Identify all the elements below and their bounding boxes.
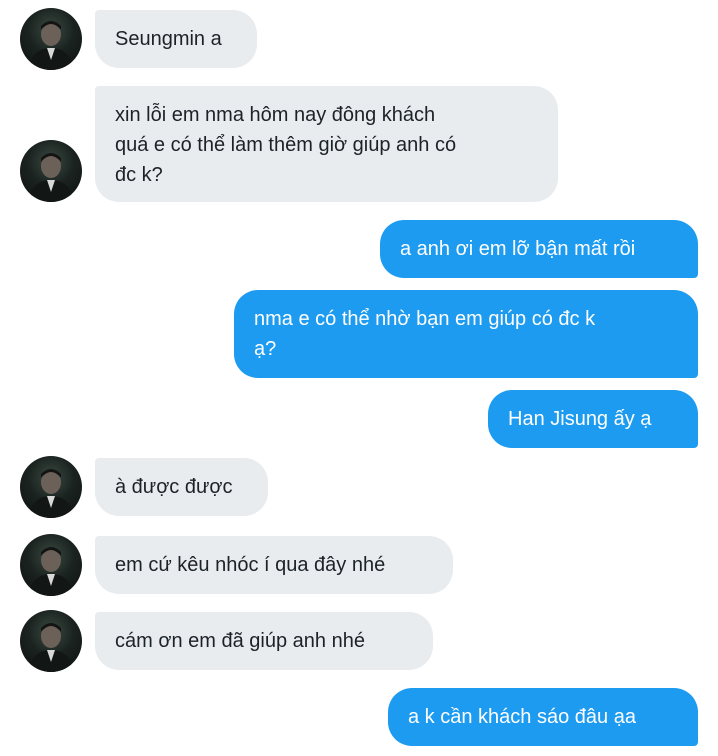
incoming-message: Seungmin a — [95, 10, 257, 68]
contact-avatar[interactable] — [20, 456, 82, 518]
outgoing-message: a k cần khách sáo đâu ạa — [388, 688, 698, 746]
contact-avatar[interactable] — [20, 8, 82, 70]
outgoing-message: a anh ơi em lỡ bận mất rồi — [380, 220, 698, 278]
contact-avatar[interactable] — [20, 140, 82, 202]
chat-screen: { "messages": [ {"side": "incoming", "te… — [0, 0, 718, 756]
incoming-message: xin lỗi em nma hôm nay đông khách quá e … — [95, 86, 558, 202]
outgoing-message: Han Jisung ấy ạ — [488, 390, 698, 448]
incoming-message: em cứ kêu nhóc í qua đây nhé — [95, 536, 453, 594]
incoming-message: cám ơn em đã giúp anh nhé — [95, 612, 433, 670]
contact-avatar[interactable] — [20, 610, 82, 672]
contact-avatar[interactable] — [20, 534, 82, 596]
incoming-message: à được được — [95, 458, 268, 516]
outgoing-message: nma e có thể nhờ bạn em giúp có đc k ạ? — [234, 290, 698, 378]
